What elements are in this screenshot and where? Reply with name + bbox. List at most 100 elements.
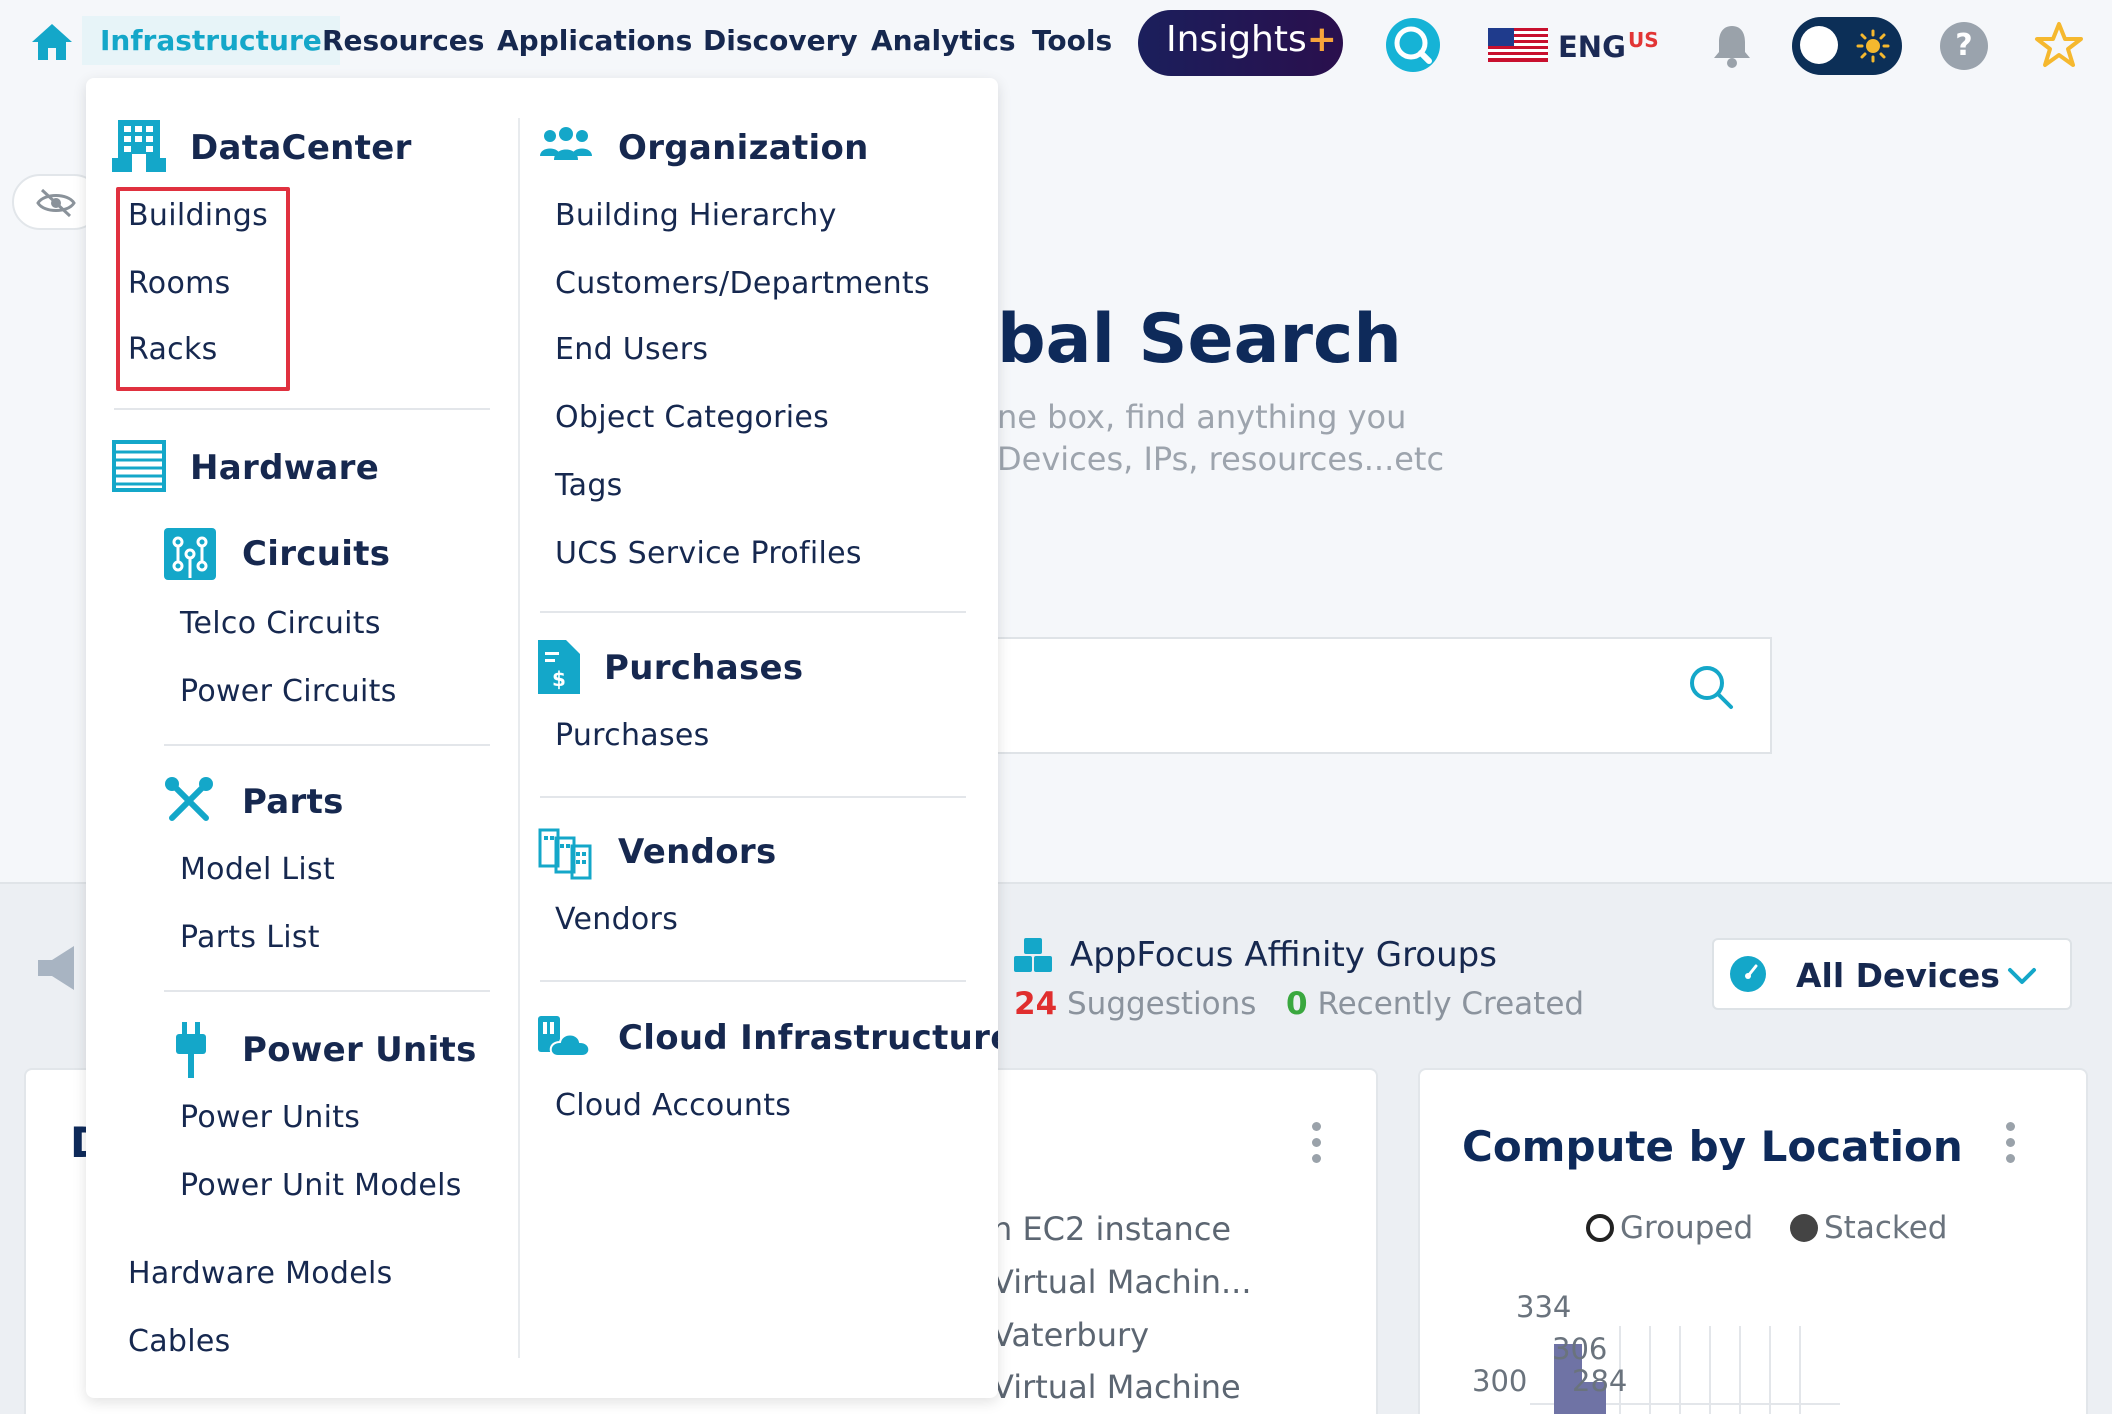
divider xyxy=(540,980,966,982)
subtitle-line-1: ne box, find anything you xyxy=(997,398,1407,436)
divider xyxy=(540,796,966,798)
card-title: Compute by Location xyxy=(1462,1122,1963,1171)
language-label[interactable]: ENG xyxy=(1558,30,1626,64)
insights-button[interactable]: Insights+ xyxy=(1138,10,1343,76)
divider xyxy=(164,744,490,746)
menu-item-ucs-service-profiles[interactable]: UCS Service Profiles xyxy=(555,536,862,571)
search-icon[interactable] xyxy=(1685,661,1739,715)
menu-item-hardware-models[interactable]: Hardware Models xyxy=(128,1256,393,1291)
us-flag-icon[interactable] xyxy=(1488,28,1548,62)
menu-item-parts-list[interactable]: Parts List xyxy=(180,920,320,955)
chart-value-label: 334 xyxy=(1516,1290,1572,1324)
section-purchases[interactable]: Purchases xyxy=(604,648,803,688)
suggestions-count[interactable]: 24 xyxy=(1014,986,1057,1022)
svg-text:$: $ xyxy=(552,667,566,691)
vendor-buildings-icon xyxy=(538,828,592,880)
menu-item-model-list[interactable]: Model List xyxy=(180,852,335,887)
card-menu-icon[interactable] xyxy=(1310,1122,1322,1166)
tools-icon xyxy=(165,777,213,821)
section-parts[interactable]: Parts xyxy=(242,782,344,822)
appfocus-title[interactable]: AppFocus Affinity Groups xyxy=(1070,935,1497,975)
nav-applications[interactable]: Applications xyxy=(497,24,692,57)
divider xyxy=(164,990,490,992)
gauge-icon xyxy=(1730,956,1766,992)
megaphone-icon xyxy=(38,946,74,990)
divider xyxy=(540,611,966,613)
sun-icon xyxy=(1856,29,1890,63)
home-icon[interactable] xyxy=(30,22,74,62)
section-vendors[interactable]: Vendors xyxy=(618,832,777,872)
menu-item-telco-circuits[interactable]: Telco Circuits xyxy=(180,606,381,641)
section-datacenter[interactable]: DataCenter xyxy=(190,128,412,168)
appfocus-stats: 24 Suggestions 0 Recently Created xyxy=(1014,986,1584,1022)
menu-item-tags[interactable]: Tags xyxy=(555,468,623,503)
server-rack-icon xyxy=(112,440,166,492)
device-filter-value: All Devices xyxy=(1796,956,2000,995)
circuit-board-icon xyxy=(164,528,216,580)
search-icon xyxy=(1394,26,1432,64)
menu-item-power-circuits[interactable]: Power Circuits xyxy=(180,674,397,709)
menu-item-end-users[interactable]: End Users xyxy=(555,332,708,367)
radio-empty-icon xyxy=(1586,1214,1614,1242)
global-search-subtitle: ne box, find anything you Devices, IPs, … xyxy=(997,396,1444,480)
list-item[interactable]: Virtual Machine xyxy=(992,1368,1241,1406)
chart-value-label: 306 xyxy=(1552,1332,1608,1366)
cloud-server-icon xyxy=(538,1016,591,1057)
menu-item-cloud-accounts[interactable]: Cloud Accounts xyxy=(555,1088,791,1123)
recent-count[interactable]: 0 xyxy=(1286,986,1308,1022)
section-power-units[interactable]: Power Units xyxy=(242,1030,477,1070)
chart-value-label: 284 xyxy=(1572,1364,1628,1398)
menu-item-building-hierarchy[interactable]: Building Hierarchy xyxy=(555,198,837,233)
list-item[interactable]: Vaterbury xyxy=(992,1316,1149,1354)
nav-resources[interactable]: Resources xyxy=(322,24,484,57)
nav-analytics[interactable]: Analytics xyxy=(871,24,1016,57)
divider xyxy=(114,408,490,410)
section-hardware[interactable]: Hardware xyxy=(190,448,379,488)
chart-value-label: 300 xyxy=(1472,1364,1528,1398)
menu-item-customers-departments[interactable]: Customers/Departments xyxy=(555,266,930,301)
global-search-title: bal Search xyxy=(997,300,1402,379)
people-group-icon xyxy=(540,127,592,160)
radio-stacked[interactable]: Stacked xyxy=(1790,1210,1947,1246)
device-filter-select[interactable]: All Devices xyxy=(1712,938,2072,1010)
section-cloud-infrastructure[interactable]: Cloud Infrastructure xyxy=(618,1018,998,1058)
radio-stacked-label: Stacked xyxy=(1824,1210,1948,1246)
subtitle-line-2: Devices, IPs, resources...etc xyxy=(997,440,1445,478)
invoice-icon: $ xyxy=(538,640,580,694)
global-search-input[interactable] xyxy=(997,637,1772,754)
power-plug-icon xyxy=(176,1022,206,1078)
nav-tools[interactable]: Tools xyxy=(1032,24,1112,57)
section-organization[interactable]: Organization xyxy=(618,128,869,168)
menu-item-power-units[interactable]: Power Units xyxy=(180,1100,360,1135)
list-item[interactable]: n EC2 instance xyxy=(992,1210,1231,1248)
global-search-button[interactable] xyxy=(1386,18,1440,72)
language-region: US xyxy=(1628,28,1659,52)
radio-filled-icon xyxy=(1790,1214,1818,1242)
eye-slash-icon xyxy=(36,188,76,218)
cubes-icon xyxy=(1014,938,1052,972)
help-icon[interactable]: ? xyxy=(1940,22,1988,70)
favorite-star-icon[interactable] xyxy=(2034,20,2084,70)
menu-item-object-categories[interactable]: Object Categories xyxy=(555,400,829,435)
chevron-down-icon xyxy=(2008,968,2036,984)
nav-infrastructure[interactable]: Infrastructure xyxy=(82,16,340,65)
menu-item-purchases[interactable]: Purchases xyxy=(555,718,710,753)
suggestions-label[interactable]: Suggestions xyxy=(1067,986,1256,1022)
card-menu-icon[interactable] xyxy=(2004,1122,2016,1166)
insights-plus: + xyxy=(1306,19,1337,60)
nav-discovery[interactable]: Discovery xyxy=(703,24,858,57)
menu-item-power-unit-models[interactable]: Power Unit Models xyxy=(180,1168,462,1203)
menu-item-cables[interactable]: Cables xyxy=(128,1324,231,1359)
radio-grouped-label: Grouped xyxy=(1620,1210,1754,1246)
insights-label: Insights xyxy=(1166,19,1307,60)
list-item[interactable]: Virtual Machin... xyxy=(992,1263,1252,1301)
recent-label[interactable]: Recently Created xyxy=(1317,986,1584,1022)
section-circuits[interactable]: Circuits xyxy=(242,534,390,574)
theme-toggle[interactable] xyxy=(1792,17,1902,75)
compute-by-location-card: Compute by Location Grouped Stacked 334 … xyxy=(1418,1068,2088,1414)
radio-grouped[interactable]: Grouped xyxy=(1586,1210,1753,1246)
selection-highlight-box xyxy=(116,187,290,391)
notification-bell-icon[interactable] xyxy=(1708,22,1756,70)
menu-item-vendors[interactable]: Vendors xyxy=(555,902,678,937)
column-divider xyxy=(518,118,520,1358)
